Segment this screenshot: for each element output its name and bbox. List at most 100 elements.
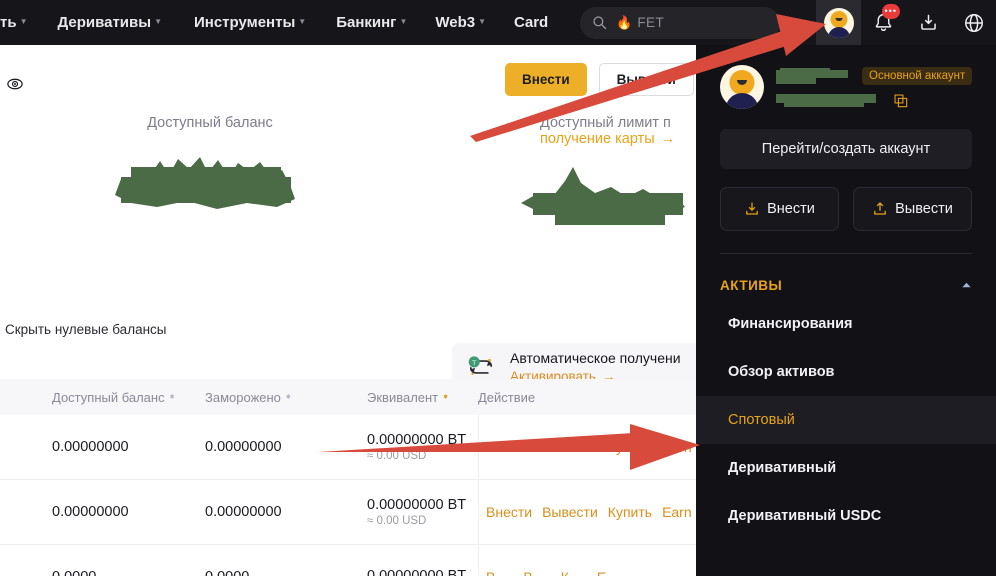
svg-text:T: T (472, 359, 476, 366)
column-label: Доступный баланс (52, 389, 165, 405)
balance-value-redaction (114, 157, 295, 209)
column-header-available[interactable]: Доступный баланс ▲ ▼ (0, 390, 205, 405)
chevron-down-icon: ▼ (298, 17, 307, 26)
nav-item-label: Деривативы (57, 14, 152, 31)
cell-actions: В В К E (478, 569, 606, 576)
deposit-button[interactable]: Внести (505, 63, 587, 96)
action-withdraw[interactable]: Вывести (542, 504, 598, 520)
chevron-up-icon (962, 282, 971, 288)
action-buy[interactable]: К (561, 569, 569, 576)
chevron-down-icon: ▼ (478, 17, 487, 26)
sidebar-item-label: Обзор активов (728, 364, 835, 380)
main-account-badge: Основной аккаунт (862, 67, 973, 85)
fire-icon: 🔥 (616, 14, 633, 30)
column-header-action: Действие (478, 390, 535, 405)
table-header-row: Доступный баланс ▲ ▼ Заморожено ▲ ▼ Эквива… (0, 379, 720, 415)
panel-deposit-label: Внести (767, 201, 815, 217)
eye-visibility-icon[interactable] (6, 75, 24, 93)
cell-frozen: 0.00000000 (205, 504, 282, 520)
sidebar-item-derivatives-usdc[interactable]: Деривативный USDC (696, 492, 996, 540)
user-avatar-icon (823, 7, 854, 38)
withdraw-arrow-icon (874, 202, 886, 215)
user-avatar-button[interactable] (816, 0, 861, 45)
chevron-down-icon: ▼ (19, 17, 28, 26)
language-globe-button[interactable] (951, 0, 996, 45)
nav-item-tools[interactable]: Инструменты ▼ (194, 14, 306, 31)
search-icon (593, 16, 607, 30)
account-side-panel: Основной аккаунт Перейти/создать аккаунт (696, 45, 996, 576)
assets-section-header[interactable]: АКТИВЫ (696, 270, 996, 300)
sidebar-item-derivatives[interactable]: Деривативный (696, 444, 996, 492)
chevron-down-icon: ▼ (154, 17, 162, 26)
chevron-down-icon: ▼ (399, 17, 408, 26)
download-button[interactable] (906, 0, 951, 45)
cell-equivalent: 0.00000000 BT ≈ 0.00 USD (367, 432, 478, 462)
account-name-redaction (776, 67, 848, 84)
sort-icon: ▲ ▼ (284, 392, 292, 401)
cell-actions: Внести Вывести Купить Earn (478, 439, 692, 455)
search-input[interactable]: 🔥 FET (580, 6, 781, 39)
nav-item-label: Web3 (435, 14, 476, 31)
table-row: 0.00000000 0.00000000 0.00000000 BT ≈ 0.… (0, 480, 720, 545)
globe-language-icon (964, 13, 983, 32)
action-withdraw[interactable]: Вывести (542, 439, 598, 455)
notification-badge: ••• (881, 4, 900, 19)
equivalent-usd: ≈ 0.00 USD (367, 450, 427, 462)
hide-zero-balances-toggle[interactable]: Скрыть нулевые балансы (5, 322, 167, 337)
column-label: Эквивалент (367, 389, 439, 405)
nav-item-derivatives[interactable]: Деривативы ▼ (58, 14, 162, 31)
download-icon (921, 14, 936, 30)
sidebar-item-assets-overview[interactable]: Обзор активов (696, 348, 996, 396)
nav-item-label: Инструменты (193, 14, 296, 31)
action-deposit[interactable]: В (486, 569, 495, 576)
arrow-right-icon: → (660, 131, 676, 147)
sort-icon: ▲ ▼ (168, 392, 176, 401)
nav-item-label: ть (0, 14, 17, 31)
nav-item-banking[interactable]: Банкинг ▼ (336, 14, 407, 31)
cell-equivalent: 0.00000000 BT (367, 568, 478, 576)
equivalent-main: 0.00000000 BT (367, 497, 467, 513)
equivalent-main: 0.00000000 BT (367, 568, 467, 576)
auto-receive-title: Автоматическое получени (510, 349, 681, 366)
action-earn[interactable]: Earn (662, 439, 692, 455)
sidebar-item-label: Деривативный (728, 460, 837, 476)
nav-item-web3[interactable]: Web3 ▼ (435, 14, 486, 31)
panel-divider (720, 253, 972, 254)
action-buy[interactable]: Купить (608, 504, 652, 520)
topnav-icon-group: ••• (816, 0, 996, 45)
column-header-frozen[interactable]: Заморожено ▲ ▼ (205, 390, 367, 405)
column-header-equivalent[interactable]: Эквивалент ▲ ▼ (367, 390, 478, 405)
action-earn[interactable]: E (597, 569, 606, 576)
account-summary: Основной аккаунт (696, 45, 996, 109)
top-navigation-bar: ть ▼ Деривативы ▼ Инструменты ▼ Банкинг … (0, 0, 996, 45)
notification-bell-button[interactable]: ••• (861, 0, 906, 45)
nav-item-card[interactable]: Card (514, 14, 548, 31)
nav-item-label: Банкинг (336, 14, 397, 31)
column-divider (478, 415, 479, 479)
action-buy[interactable]: Купить (608, 439, 652, 455)
sidebar-item-label: Спотовый (728, 412, 795, 428)
sidebar-item-financing[interactable]: Финансирования (696, 300, 996, 348)
cell-available: 0.00000000 (52, 439, 129, 455)
action-deposit[interactable]: Внести (486, 439, 532, 455)
panel-withdraw-button[interactable]: Вывести (853, 187, 972, 231)
action-withdraw[interactable]: В (523, 569, 532, 576)
available-balance-label: Доступный баланс (147, 115, 273, 131)
copy-icon[interactable] (894, 94, 908, 108)
card-limit-link[interactable]: получение карты → (540, 131, 720, 147)
assets-section-title: АКТИВЫ (720, 277, 783, 293)
withdraw-button[interactable]: Вывести (598, 63, 694, 96)
action-earn[interactable]: Earn (662, 504, 692, 520)
account-email-redaction (776, 94, 876, 107)
sidebar-item-label: Деривативный USDC (728, 508, 882, 524)
panel-deposit-button[interactable]: Внести (720, 187, 839, 231)
card-limit-block: Доступный лимит п получение карты → (521, 115, 720, 238)
sidebar-item-spot[interactable]: Спотовый (696, 396, 996, 444)
panel-withdraw-label: Вывести (895, 201, 953, 217)
sidebar-item-label: Финансирования (728, 316, 853, 332)
action-deposit[interactable]: Внести (486, 504, 532, 520)
nav-item-0[interactable]: ть ▼ (0, 14, 28, 31)
equivalent-usd: ≈ 0.00 USD (367, 515, 427, 527)
equivalent-main: 0.00000000 BT (367, 432, 467, 448)
goto-create-account-button[interactable]: Перейти/создать аккаунт (720, 129, 972, 169)
